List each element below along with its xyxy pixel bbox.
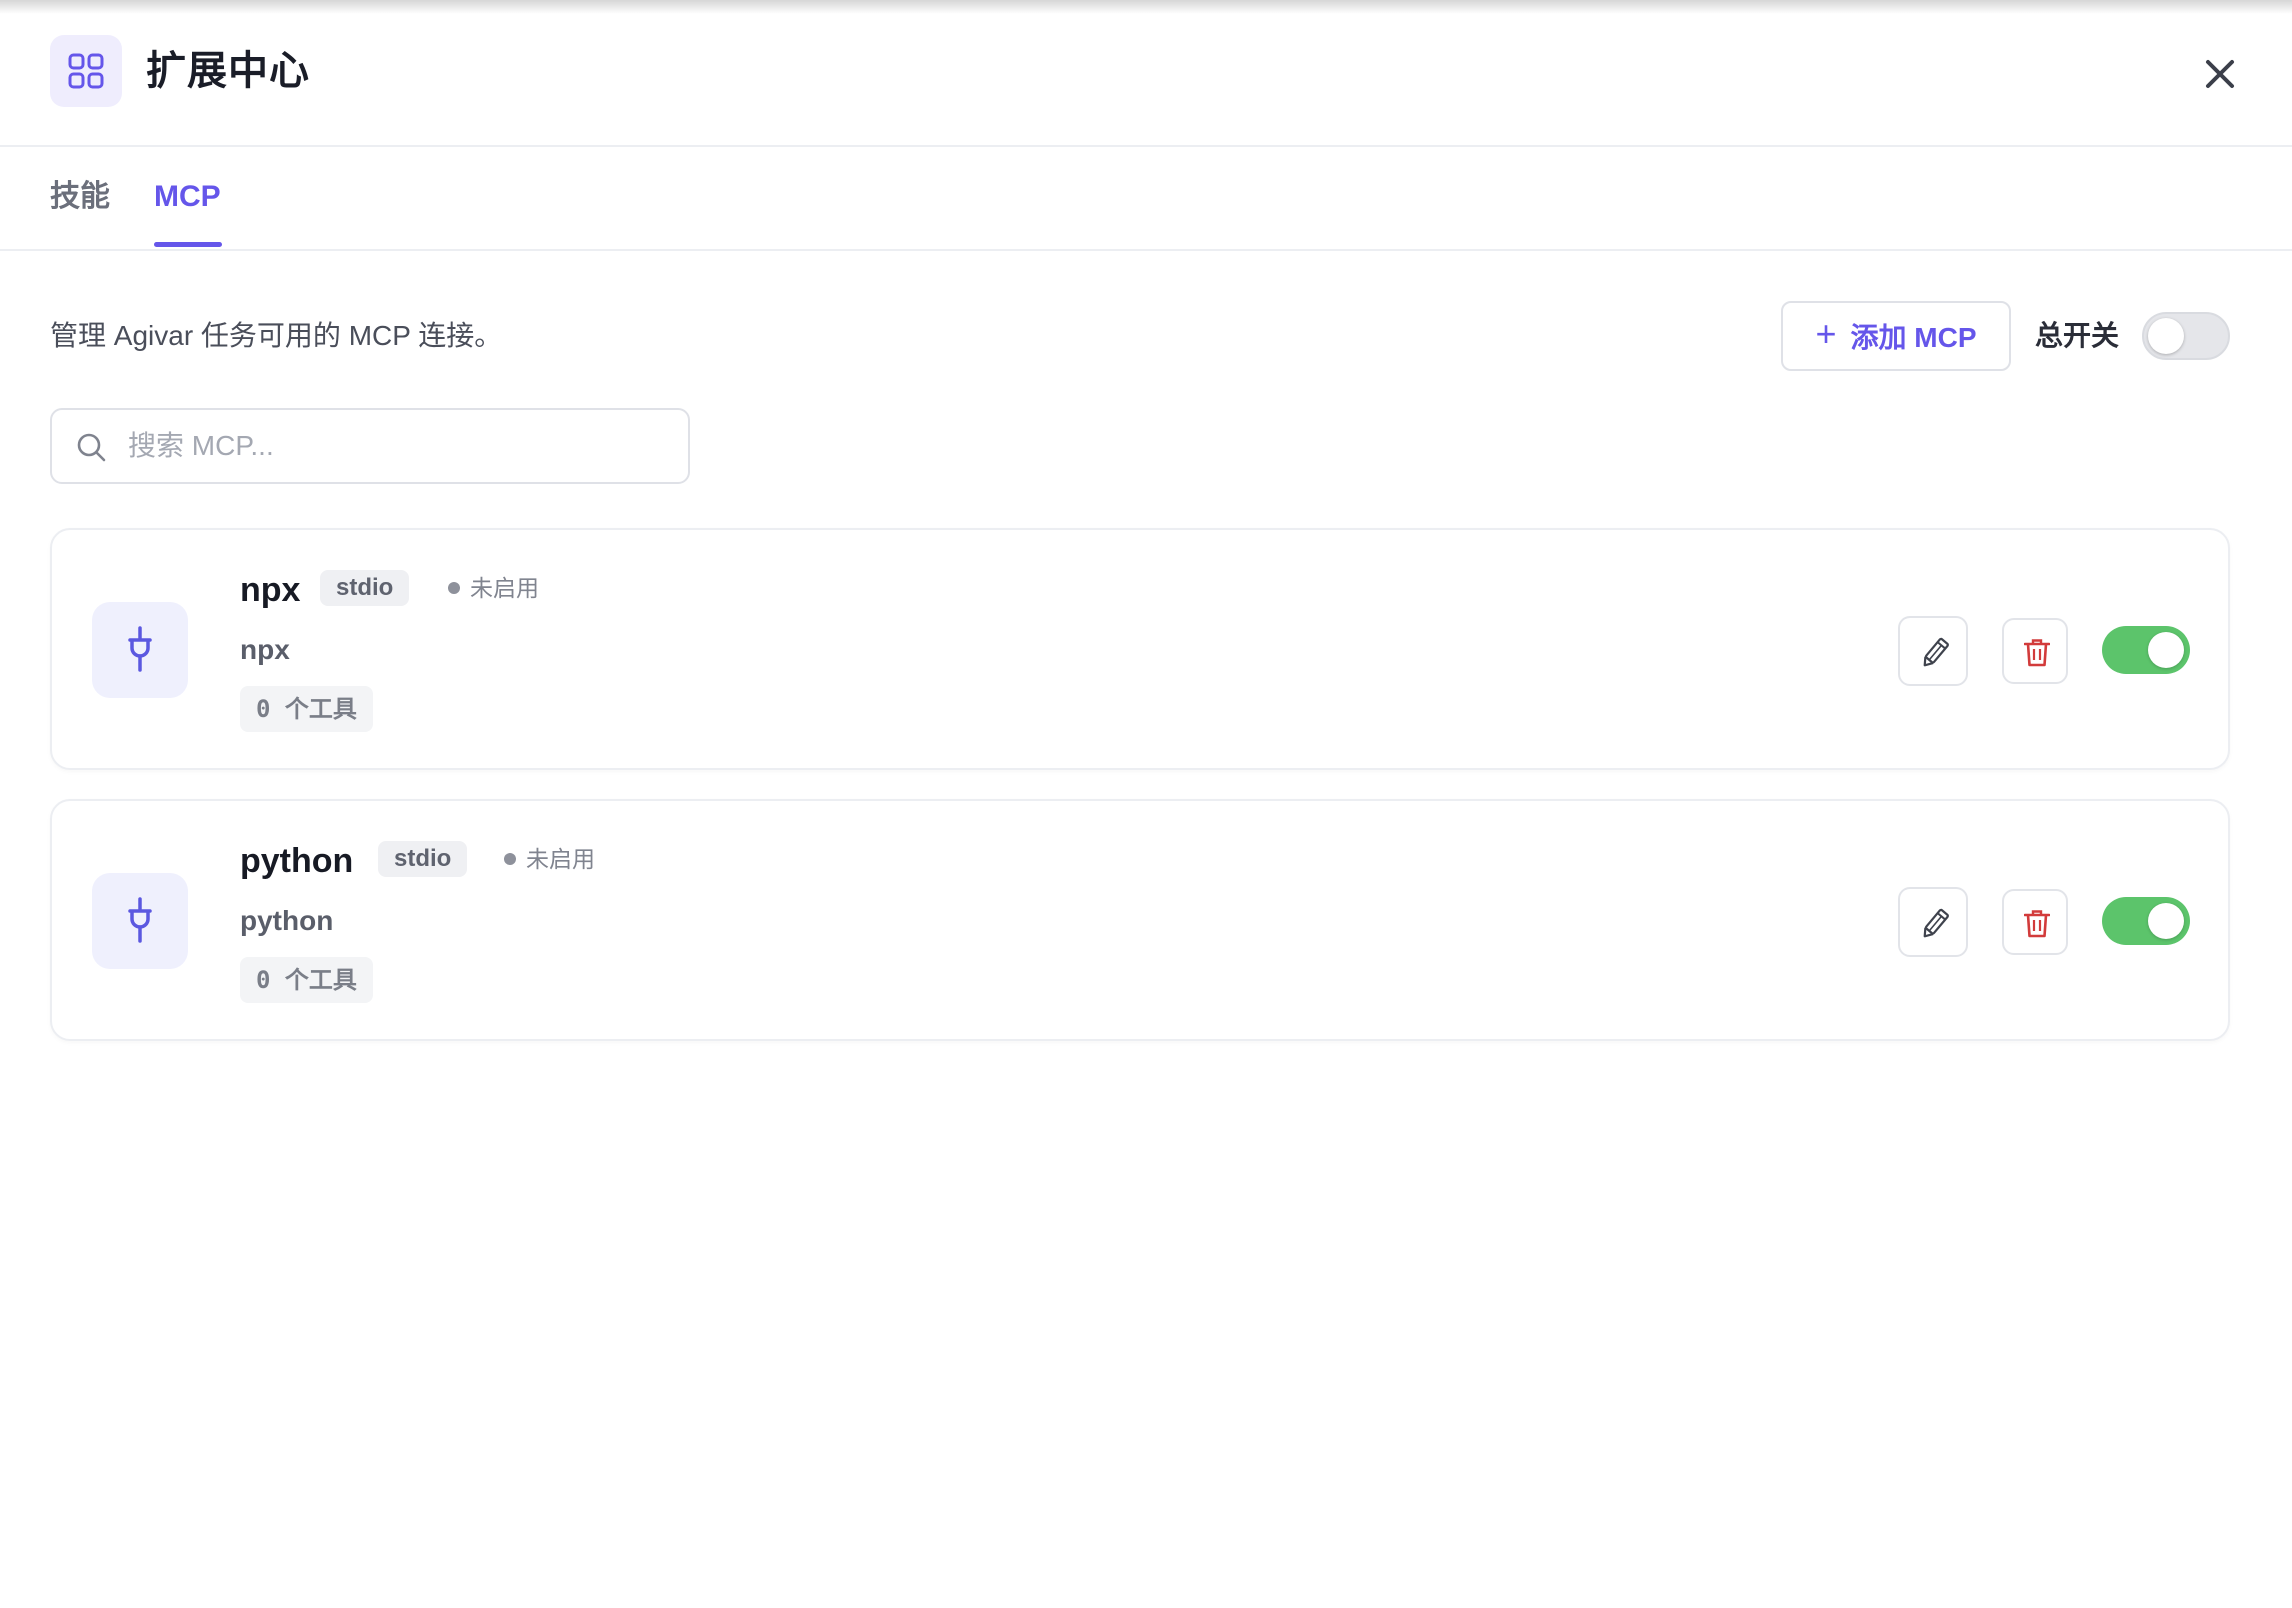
- plug-icon: [92, 873, 188, 969]
- tool-count-badge: 0 个工具: [240, 957, 373, 1003]
- status-text: 未启用: [470, 575, 539, 601]
- dialog-header: 扩展中心: [0, 0, 2292, 147]
- search-box: [50, 408, 690, 484]
- server-name: npx: [240, 571, 301, 609]
- edit-button[interactable]: [1898, 616, 1968, 686]
- add-mcp-button[interactable]: + 添加 MCP: [1781, 301, 2011, 371]
- trash-icon: [2024, 910, 2050, 938]
- transport-badge: stdio: [320, 570, 410, 606]
- search-input[interactable]: [128, 424, 668, 468]
- page-title: 扩展中心: [146, 49, 310, 93]
- server-command: npx: [240, 634, 290, 665]
- delete-button[interactable]: [2002, 889, 2068, 955]
- mcp-server-card-python: python stdio 未启用 python 0 个工具: [50, 799, 2230, 1041]
- close-icon[interactable]: [2198, 52, 2242, 96]
- delete-button[interactable]: [2002, 618, 2068, 684]
- add-mcp-label: 添加 MCP: [1850, 322, 1977, 353]
- edit-button[interactable]: [1898, 887, 1968, 957]
- tab-mcp[interactable]: MCP: [154, 177, 221, 217]
- plug-icon: [92, 602, 188, 698]
- tool-count-badge: 0 个工具: [240, 686, 373, 732]
- pencil-icon: [1923, 637, 1949, 667]
- status-dot: [448, 582, 460, 594]
- status-indicator: 未启用: [504, 841, 595, 877]
- master-switch-toggle[interactable]: [2142, 312, 2230, 360]
- page-description: 管理 Agivar 任务可用的 MCP 连接。: [50, 320, 503, 351]
- mcp-server-card-npx: npx stdio 未启用 npx 0 个工具: [50, 528, 2230, 770]
- grid-icon: [50, 35, 122, 107]
- server-command: python: [240, 905, 334, 936]
- tab-bar: 技能 MCP: [0, 147, 2292, 251]
- server-enable-toggle[interactable]: [2102, 897, 2190, 945]
- toggle-knob: [2148, 318, 2184, 354]
- server-enable-toggle[interactable]: [2102, 626, 2190, 674]
- active-tab-indicator: [154, 242, 222, 247]
- status-dot: [504, 853, 516, 865]
- tab-skills[interactable]: 技能: [50, 177, 110, 217]
- server-name: python: [240, 842, 354, 880]
- search-icon: [77, 433, 106, 462]
- trash-icon: [2024, 639, 2050, 667]
- toggle-knob: [2148, 903, 2184, 939]
- pencil-icon: [1923, 908, 1949, 938]
- transport-badge: stdio: [378, 841, 468, 877]
- status-indicator: 未启用: [448, 570, 539, 606]
- status-text: 未启用: [526, 846, 595, 872]
- master-switch-label: 总开关: [2035, 320, 2120, 351]
- toggle-knob: [2148, 632, 2184, 668]
- plus-icon: +: [1815, 313, 1837, 354]
